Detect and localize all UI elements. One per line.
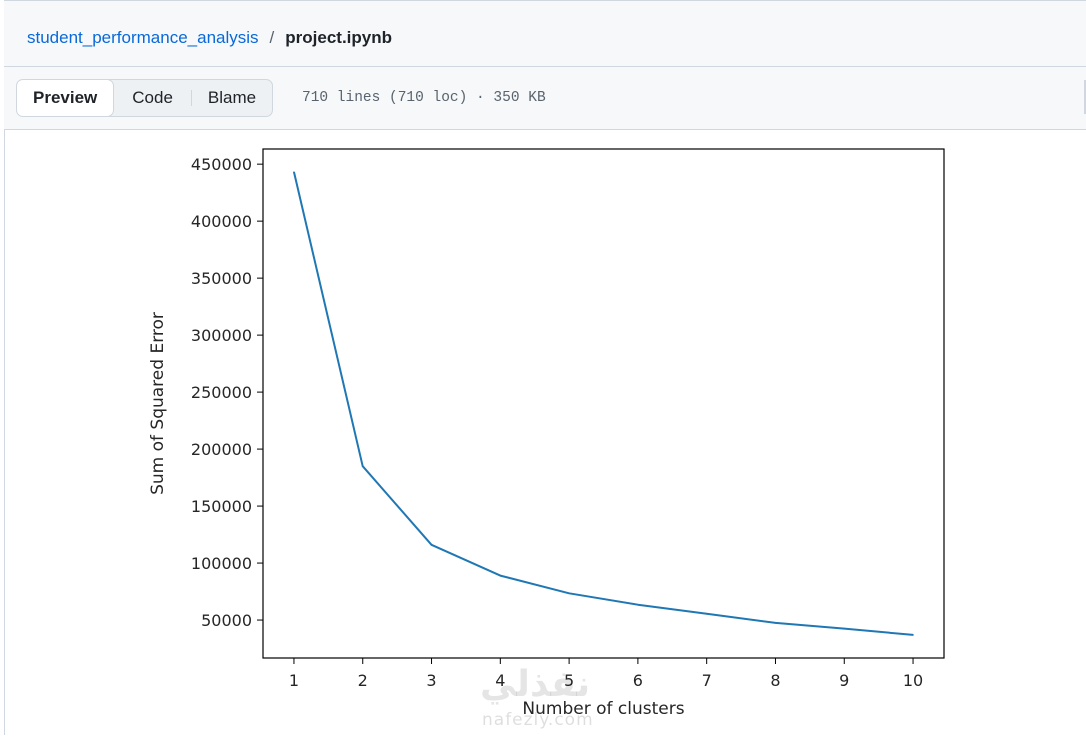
y-tick-label: 50000 xyxy=(201,611,252,630)
plot-frame xyxy=(262,148,945,659)
y-tick-label: 250000 xyxy=(191,383,252,402)
tab-blame[interactable]: Blame xyxy=(192,80,272,116)
x-tick-label: 2 xyxy=(358,671,368,690)
breadcrumb: student_performance_analysis / project.i… xyxy=(27,27,392,49)
x-tick-label: 7 xyxy=(702,671,712,690)
x-tick-label: 10 xyxy=(903,671,923,690)
breadcrumb-bar: student_performance_analysis / project.i… xyxy=(4,1,1086,67)
x-tick-label: 6 xyxy=(633,671,643,690)
view-mode-switcher: Preview Code Blame xyxy=(16,79,274,117)
breadcrumb-repo-link[interactable]: student_performance_analysis xyxy=(27,27,259,49)
file-toolbar: Preview Code Blame 710 lines (710 loc) ·… xyxy=(4,67,1086,130)
series-line-0 xyxy=(293,171,914,636)
file-meta-info: 710 lines (710 loc) · 350 KB xyxy=(302,90,546,106)
y-tick-label: 350000 xyxy=(191,269,252,288)
x-tick-label: 8 xyxy=(770,671,780,690)
x-axis-label: Number of clusters xyxy=(522,699,684,719)
data-point xyxy=(568,592,570,595)
data-point xyxy=(361,465,364,467)
tab-code[interactable]: Code xyxy=(114,80,191,116)
y-tick-label: 100000 xyxy=(191,554,252,573)
x-tick-label: 4 xyxy=(495,671,505,690)
x-tick-label: 5 xyxy=(564,671,574,690)
data-point xyxy=(705,612,708,615)
data-point xyxy=(843,627,846,630)
x-tick-label: 1 xyxy=(289,671,299,690)
y-tick-label: 400000 xyxy=(191,212,252,231)
breadcrumb-current-file: project.ipynb xyxy=(285,28,392,47)
y-axis-label: Sum of Squared Error xyxy=(148,312,168,495)
data-point xyxy=(293,171,295,173)
x-tick-label: 3 xyxy=(426,671,436,690)
data-point xyxy=(499,574,502,577)
y-tick-label: 200000 xyxy=(191,440,252,459)
y-tick-label: 300000 xyxy=(191,326,252,345)
breadcrumb-separator: / xyxy=(269,28,275,47)
tab-preview[interactable]: Preview xyxy=(17,80,115,116)
data-point xyxy=(912,634,914,636)
y-tick-label: 450000 xyxy=(191,155,252,174)
elbow-line-chart: 1 2 3 4 5 6 7 8 9 10 50000 100000 150000 200000 250000… xyxy=(148,148,945,719)
y-tick-label: 150000 xyxy=(191,497,252,516)
data-point xyxy=(637,603,639,606)
notebook-preview: 1 2 3 4 5 6 7 8 9 10 50000 100000 150000 200000 250000… xyxy=(4,130,1086,735)
data-point xyxy=(774,622,777,624)
data-point xyxy=(430,544,433,546)
x-tick-label: 9 xyxy=(839,671,849,690)
